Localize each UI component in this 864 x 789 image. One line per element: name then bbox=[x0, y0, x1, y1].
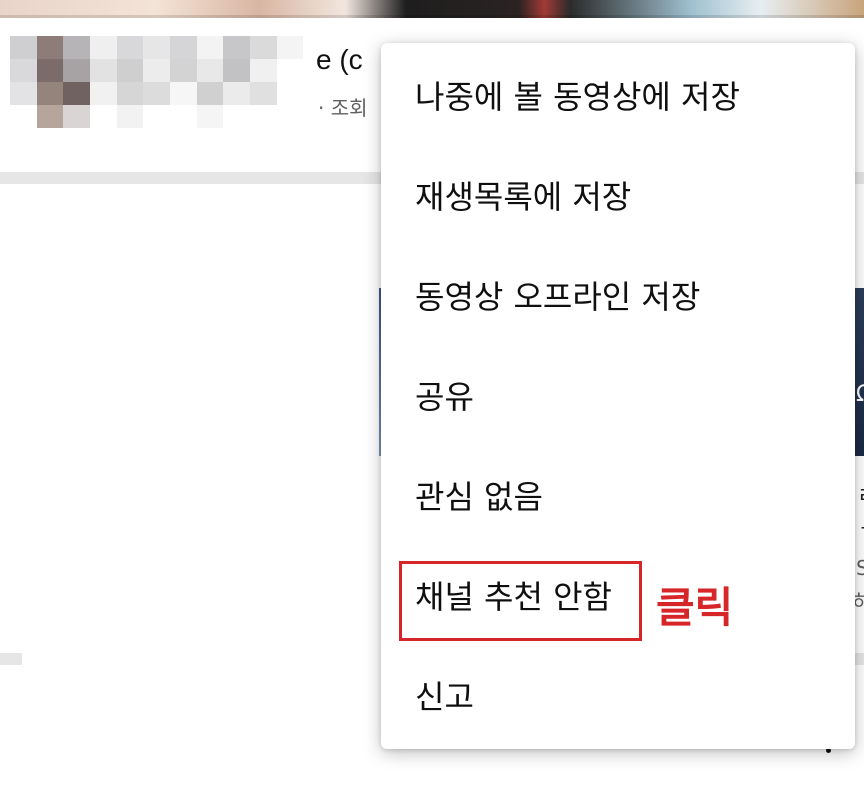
screen: e (c · 조회 Ω ㄹ ㅓ S 히 나중에 볼 동영상에 저장 재생목록에 … bbox=[0, 0, 864, 789]
feed-divider-left bbox=[0, 653, 22, 665]
menu-item-label: 관심 없음 bbox=[415, 478, 543, 516]
menu-item-label: 공유 bbox=[415, 378, 474, 416]
menu-item-save-watch-later[interactable]: 나중에 볼 동영상에 저장 bbox=[381, 45, 855, 145]
menu-item-label: 신고 bbox=[415, 678, 474, 716]
menu-item-label: 동영상 오프라인 저장 bbox=[415, 278, 701, 316]
video-title[interactable]: e (c bbox=[316, 44, 363, 76]
menu-item-label: 나중에 볼 동영상에 저장 bbox=[415, 78, 740, 116]
click-annotation: 클릭 bbox=[656, 583, 734, 632]
video-meta: · 조회 bbox=[318, 96, 368, 120]
menu-item-share[interactable]: 공유 bbox=[381, 345, 855, 445]
video-thumbnail-strip[interactable] bbox=[0, 0, 864, 18]
context-menu: 나중에 볼 동영상에 저장 재생목록에 저장 동영상 오프라인 저장 공유 관심… bbox=[381, 43, 855, 749]
video-meta-fragment: S bbox=[856, 556, 864, 580]
video-title-fragment: ㄹ bbox=[857, 478, 864, 510]
menu-item-not-interested[interactable]: 관심 없음 bbox=[381, 445, 855, 545]
video-title-fragment: ㅓ bbox=[855, 512, 864, 544]
feed-divider-right bbox=[855, 653, 864, 665]
menu-item-download-offline[interactable]: 동영상 오프라인 저장 bbox=[381, 245, 855, 345]
menu-item-report[interactable]: 신고 bbox=[381, 645, 855, 745]
menu-item-label: 재생목록에 저장 bbox=[415, 178, 632, 216]
thumbnail-text-fragment: Ω bbox=[856, 382, 864, 407]
highlight-box bbox=[399, 561, 642, 641]
menu-item-save-to-playlist[interactable]: 재생목록에 저장 bbox=[381, 145, 855, 245]
blurred-channel-info bbox=[10, 36, 330, 128]
